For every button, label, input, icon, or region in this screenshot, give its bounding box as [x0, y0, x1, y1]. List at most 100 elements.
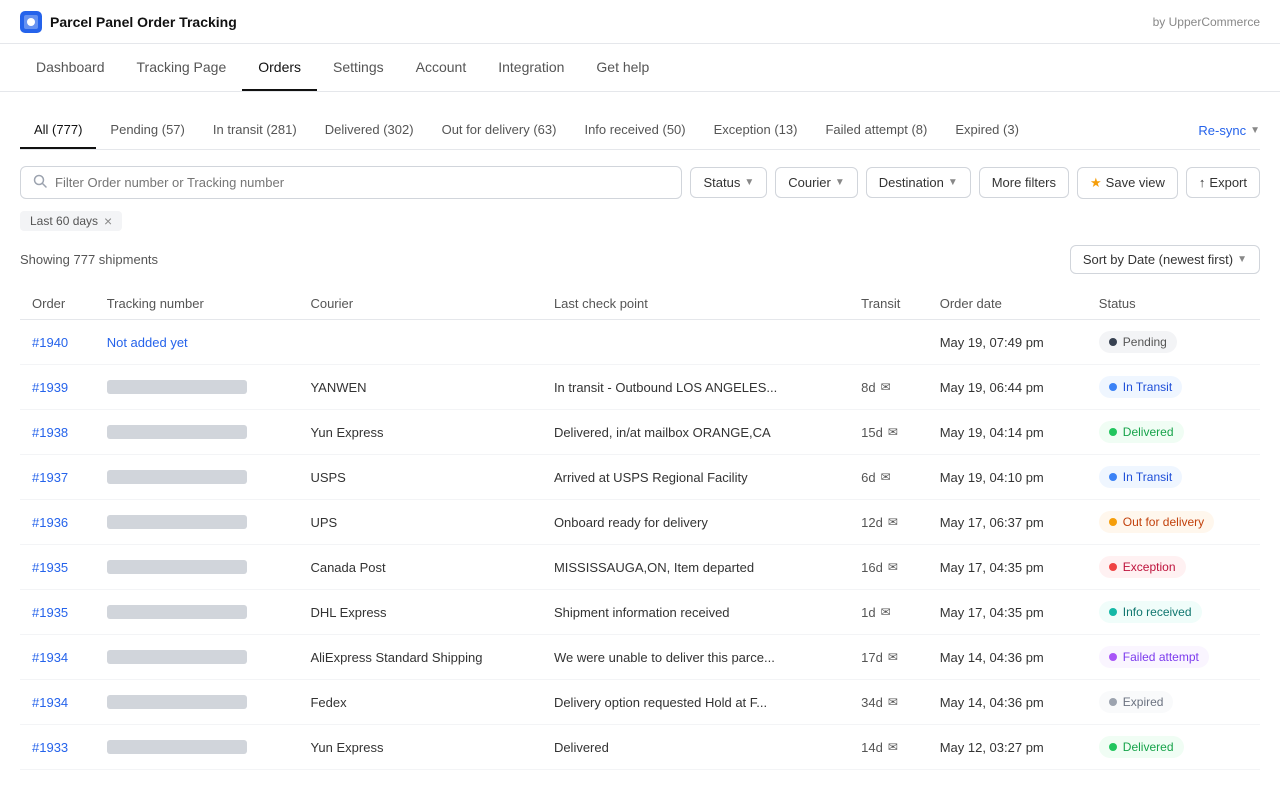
nav-item-integration[interactable]: Integration — [482, 45, 580, 91]
transit-cell: 15d✉ — [849, 410, 928, 455]
status-cell: Delivered — [1087, 725, 1260, 770]
table-row: #1939UG••••••••••••••••YANWENIn transit … — [20, 365, 1260, 410]
transit-value: 17d — [861, 650, 883, 665]
tab-delivered[interactable]: Delivered (302) — [311, 112, 428, 149]
transit-value: 14d — [861, 740, 883, 755]
tracking-link[interactable]: LW•••••••••••••••• — [107, 650, 247, 665]
sort-button[interactable]: Sort by Date (newest first) ▼ — [1070, 245, 1260, 274]
more-filters-button[interactable]: More filters — [979, 167, 1069, 198]
resync-chevron-icon: ▼ — [1250, 125, 1260, 136]
status-badge: Exception — [1099, 556, 1186, 578]
order-link[interactable]: #1935 — [32, 605, 68, 620]
status-label: Expired — [1123, 695, 1164, 709]
tracking-cell: YT•••••••••••••••• — [95, 410, 299, 455]
order-link[interactable]: #1938 — [32, 425, 68, 440]
checkpoint-cell: In transit - Outbound LOS ANGELES... — [542, 365, 849, 410]
courier-cell: AliExpress Standard Shipping — [298, 635, 541, 680]
status-filter-button[interactable]: Status ▼ — [690, 167, 767, 198]
showing-row: Showing 777 shipments Sort by Date (newe… — [20, 245, 1260, 274]
nav-item-orders[interactable]: Orders — [242, 45, 317, 91]
nav-item-settings[interactable]: Settings — [317, 45, 400, 91]
courier-cell: DHL Express — [298, 590, 541, 635]
status-dot — [1109, 608, 1117, 616]
status-label: In Transit — [1123, 470, 1172, 484]
tracking-link[interactable]: 84•••••••••••••••• — [107, 605, 247, 620]
tracking-link[interactable]: YT•••••••••••••••• — [107, 740, 247, 755]
search-input[interactable] — [55, 175, 669, 190]
nav-bar: Dashboard Tracking Page Orders Settings … — [0, 44, 1280, 92]
mail-icon: ✉ — [888, 515, 898, 529]
tracking-link[interactable]: YT•••••••••••••••• — [107, 425, 247, 440]
status-cell: Expired — [1087, 680, 1260, 725]
tab-all[interactable]: All (777) — [20, 112, 96, 149]
order-link[interactable]: #1935 — [32, 560, 68, 575]
tab-actions: Re-sync ▼ — [1198, 112, 1260, 149]
order-link[interactable]: #1934 — [32, 650, 68, 665]
status-dot — [1109, 743, 1117, 751]
tracking-cell: YT•••••••••••••••• — [95, 725, 299, 770]
order-date-cell: May 12, 03:27 pm — [928, 725, 1087, 770]
order-date-cell: May 17, 04:35 pm — [928, 590, 1087, 635]
mail-icon: ✉ — [888, 425, 898, 439]
tag-close-button[interactable]: × — [104, 214, 112, 228]
nav-item-dashboard[interactable]: Dashboard — [20, 45, 121, 91]
tracking-cell: LW•••••••••••••••• — [95, 635, 299, 680]
transit-cell: 8d✉ — [849, 365, 928, 410]
tracking-link[interactable]: 57•••••••••••••••• — [107, 695, 247, 710]
transit-value: 6d — [861, 470, 875, 485]
order-link[interactable]: #1933 — [32, 740, 68, 755]
order-link[interactable]: #1939 — [32, 380, 68, 395]
mail-icon: ✉ — [881, 605, 891, 619]
status-badge: Info received — [1099, 601, 1202, 623]
tab-in-transit[interactable]: In transit (281) — [199, 112, 311, 149]
save-view-button[interactable]: ★ Save view — [1077, 167, 1178, 199]
tracking-link[interactable]: 10•••••••••••••••• — [107, 560, 247, 575]
tab-out-delivery[interactable]: Out for delivery (63) — [428, 112, 571, 149]
tags-row: Last 60 days × — [20, 211, 1260, 231]
tab-expired[interactable]: Expired (3) — [941, 112, 1033, 149]
col-courier: Courier — [298, 288, 541, 320]
destination-filter-button[interactable]: Destination ▼ — [866, 167, 971, 198]
order-date-cell: May 14, 04:36 pm — [928, 680, 1087, 725]
transit-cell: 12d ✉ — [849, 500, 928, 545]
nav-item-tracking-page[interactable]: Tracking Page — [121, 45, 243, 91]
checkpoint-cell: Delivered, in/at mailbox ORANGE,CA — [542, 410, 849, 455]
transit-cell: 17d✉ — [849, 635, 928, 680]
status-dot — [1109, 698, 1117, 706]
status-dot — [1109, 428, 1117, 436]
export-button[interactable]: ↑ Export — [1186, 167, 1260, 198]
filters-row: Status ▼ Courier ▼ Destination ▼ More fi… — [20, 166, 1260, 199]
status-dot — [1109, 518, 1117, 526]
order-link[interactable]: #1940 — [32, 335, 68, 350]
transit-value: 12d — [861, 515, 883, 530]
transit-value: 8d — [861, 380, 875, 395]
status-badge: Out for delivery — [1099, 511, 1214, 533]
status-cell: Pending — [1087, 320, 1260, 365]
table-row: #193794••••••••••••••••USPSArrived at US… — [20, 455, 1260, 500]
tracking-cell: Not added yet — [95, 320, 299, 365]
courier-cell: Yun Express — [298, 725, 541, 770]
tracking-link[interactable]: 94•••••••••••••••• — [107, 470, 247, 485]
status-badge: Delivered — [1099, 736, 1184, 758]
tracking-cell: 10•••••••••••••••• — [95, 545, 299, 590]
tracking-link[interactable]: 1Z•••••••••••••••• — [107, 515, 247, 530]
tab-info-received[interactable]: Info received (50) — [570, 112, 699, 149]
nav-item-account[interactable]: Account — [400, 45, 483, 91]
courier-filter-button[interactable]: Courier ▼ — [775, 167, 858, 198]
order-link[interactable]: #1937 — [32, 470, 68, 485]
order-link[interactable]: #1934 — [32, 695, 68, 710]
order-cell: #1940 — [20, 320, 95, 365]
mail-icon: ✉ — [881, 470, 891, 484]
checkpoint-cell: Arrived at USPS Regional Facility — [542, 455, 849, 500]
resync-button[interactable]: Re-sync ▼ — [1198, 115, 1260, 146]
tab-exception[interactable]: Exception (13) — [700, 112, 812, 149]
tracking-link[interactable]: UG•••••••••••••••• — [107, 380, 247, 395]
tab-failed[interactable]: Failed attempt (8) — [811, 112, 941, 149]
table-header: Order Tracking number Courier Last check… — [20, 288, 1260, 320]
order-link[interactable]: #1936 — [32, 515, 68, 530]
tracking-cell: 84•••••••••••••••• — [95, 590, 299, 635]
nav-item-get-help[interactable]: Get help — [580, 45, 665, 91]
tab-pending[interactable]: Pending (57) — [96, 112, 198, 149]
mail-icon: ✉ — [888, 560, 898, 574]
table-row: #193510••••••••••••••••Canada PostMISSIS… — [20, 545, 1260, 590]
